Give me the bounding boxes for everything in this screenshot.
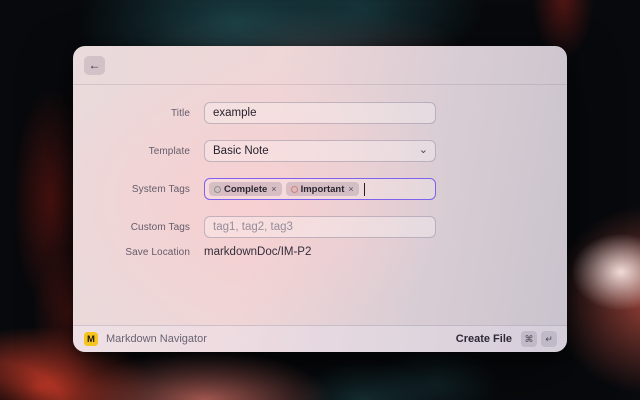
template-select[interactable]: Basic Note bbox=[204, 140, 436, 162]
form-row-system-tags: System Tags Complete × Important × bbox=[73, 178, 567, 200]
tag-chip-important[interactable]: Important × bbox=[285, 182, 359, 196]
save-location-label: Save Location bbox=[125, 246, 190, 258]
template-selected-value: Basic Note bbox=[213, 145, 269, 157]
dialog-header: ← bbox=[73, 46, 567, 85]
tag-chip-label: Complete bbox=[224, 183, 268, 195]
create-file-action[interactable]: Create File ⌘ ↵ bbox=[456, 331, 557, 347]
tag-color-circle-icon bbox=[290, 185, 298, 193]
create-file-button[interactable]: Create File bbox=[456, 333, 512, 345]
create-file-dialog: ← Title Template Basic Note ⌄ System Tag… bbox=[73, 46, 567, 352]
back-arrow-icon: ← bbox=[88, 58, 101, 72]
form-row-custom-tags: Custom Tags bbox=[73, 216, 567, 238]
title-label: Title bbox=[170, 107, 190, 119]
remove-tag-icon[interactable]: × bbox=[271, 184, 276, 194]
remove-tag-icon[interactable]: × bbox=[348, 184, 353, 194]
title-input[interactable] bbox=[204, 102, 436, 124]
command-key-icon: ⌘ bbox=[521, 331, 537, 347]
form-row-save-location: Save Location markdownDoc/IM-P2 bbox=[73, 241, 567, 263]
tag-color-circle-icon bbox=[214, 185, 221, 193]
form-row-template: Template Basic Note ⌄ bbox=[73, 140, 567, 162]
markdown-navigator-app-icon: M bbox=[84, 332, 98, 346]
system-tags-label: System Tags bbox=[131, 183, 190, 195]
dialog-footer: M Markdown Navigator Create File ⌘ ↵ bbox=[73, 325, 567, 352]
tag-chip-label: Important bbox=[300, 183, 345, 195]
text-caret bbox=[363, 182, 365, 196]
back-button[interactable]: ← bbox=[84, 55, 105, 75]
form-row-title: Title bbox=[73, 102, 567, 124]
create-file-form: Title Template Basic Note ⌄ System Tags … bbox=[73, 85, 567, 263]
return-key-icon: ↵ bbox=[541, 331, 557, 347]
save-location-value: markdownDoc/IM-P2 bbox=[204, 246, 312, 258]
custom-tags-label: Custom Tags bbox=[130, 221, 190, 233]
template-label: Template bbox=[148, 145, 190, 157]
app-name: Markdown Navigator bbox=[106, 333, 207, 345]
custom-tags-input[interactable] bbox=[204, 216, 436, 238]
system-tags-input[interactable]: Complete × Important × bbox=[204, 178, 436, 200]
tag-chip-complete[interactable]: Complete × bbox=[209, 182, 282, 196]
